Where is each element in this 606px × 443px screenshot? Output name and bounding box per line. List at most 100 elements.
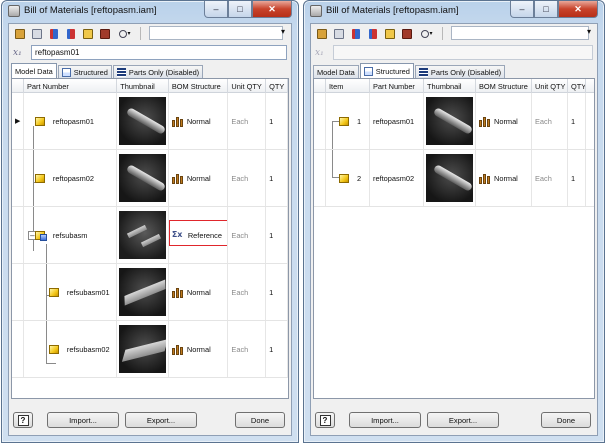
help-button[interactable]: ? bbox=[13, 412, 33, 428]
done-button[interactable]: Done bbox=[235, 412, 285, 428]
unit-qty-cell[interactable]: Each bbox=[228, 93, 267, 149]
column-header-item[interactable]: Item bbox=[326, 79, 370, 93]
item-cell[interactable]: 1 bbox=[326, 93, 370, 149]
qty-cell[interactable]: 1 bbox=[266, 93, 288, 149]
sort-ascending-icon[interactable] bbox=[349, 27, 363, 41]
tab-label: Model Data bbox=[15, 66, 53, 76]
sort-descending-icon[interactable] bbox=[366, 27, 380, 41]
maximize-button[interactable]: □ bbox=[228, 1, 252, 18]
toolbar-dropdown[interactable] bbox=[451, 26, 589, 40]
toolbar-dropdown[interactable] bbox=[149, 26, 283, 40]
tab-parts-only[interactable]: Parts Only (Disabled) bbox=[414, 65, 506, 78]
column-header-qty[interactable]: QTY bbox=[266, 79, 288, 93]
unit-qty-cell[interactable]: Each bbox=[532, 93, 568, 149]
export-button[interactable]: Export... bbox=[125, 412, 197, 428]
part-number-cell[interactable]: reftopasm01 bbox=[24, 93, 118, 149]
import-button[interactable]: Import... bbox=[47, 412, 119, 428]
bom-structure-cell[interactable]: Normal bbox=[169, 321, 229, 377]
table-row[interactable]: – refsubasm Σx Reference Each 1 bbox=[12, 207, 288, 264]
bom-structure-text: Normal bbox=[494, 173, 518, 183]
dropdown-arrow-icon[interactable]: ▾ bbox=[281, 27, 285, 36]
unit-qty-cell[interactable]: Each bbox=[228, 150, 267, 206]
help-button[interactable]: ? bbox=[315, 412, 335, 428]
tab-model-data[interactable]: Model Data bbox=[313, 65, 359, 78]
unit-qty-cell[interactable]: Each bbox=[532, 150, 568, 206]
table-row[interactable]: refsubasm02 Normal Each 1 bbox=[12, 321, 288, 378]
sort-ascending-icon[interactable] bbox=[47, 27, 61, 41]
minimize-button[interactable]: – bbox=[204, 1, 228, 18]
table-row[interactable]: reftopasm02 Normal Each 1 bbox=[12, 150, 288, 207]
bom-structure-cell[interactable]: Σx Reference bbox=[168, 207, 229, 263]
part-number-cell[interactable]: reftopasm02 bbox=[24, 150, 118, 206]
table-row[interactable]: refsubasm01 Normal Each 1 bbox=[12, 264, 288, 321]
export-button[interactable]: Export... bbox=[427, 412, 499, 428]
row-selector[interactable] bbox=[12, 321, 24, 377]
qty-cell[interactable]: 1 bbox=[568, 150, 586, 206]
row-selector[interactable]: ▶ bbox=[12, 93, 24, 149]
row-selector[interactable] bbox=[314, 150, 326, 206]
find-icon[interactable]: ▾ bbox=[417, 27, 437, 41]
column-header-part-number[interactable]: Part Number bbox=[370, 79, 424, 93]
part-number-cell[interactable]: reftopasm01 bbox=[370, 93, 424, 149]
close-button[interactable]: ✕ bbox=[252, 1, 292, 18]
dropdown-arrow-icon[interactable]: ▾ bbox=[587, 27, 591, 36]
bom-window-model-data: Bill of Materials [reftopasm.iam] – □ ✕ … bbox=[1, 0, 299, 443]
find-icon[interactable]: ▾ bbox=[115, 27, 135, 41]
tab-model-data[interactable]: Model Data bbox=[11, 63, 57, 78]
item-cell[interactable]: 2 bbox=[326, 150, 370, 206]
part-number-field[interactable] bbox=[333, 45, 593, 60]
column-header-unit-qty[interactable]: Unit QTY bbox=[228, 79, 267, 93]
tab-parts-only[interactable]: Parts Only (Disabled) bbox=[112, 65, 204, 78]
table-row[interactable]: 1 reftopasm01 Normal Each 1 bbox=[314, 93, 594, 150]
column-header-bom-structure[interactable]: BOM Structure bbox=[476, 79, 532, 93]
title-bar[interactable]: Bill of Materials [reftopasm.iam] – □ ✕ bbox=[2, 1, 298, 23]
unit-qty-cell[interactable]: Each bbox=[228, 207, 267, 263]
minimize-button[interactable]: – bbox=[510, 1, 534, 18]
import-button[interactable]: Import... bbox=[349, 412, 421, 428]
column-header-qty[interactable]: QTY bbox=[568, 79, 586, 93]
renumber-icon[interactable] bbox=[81, 27, 95, 41]
qty-cell[interactable]: 1 bbox=[266, 321, 288, 377]
qty-cell[interactable]: 1 bbox=[568, 93, 586, 149]
tab-structured[interactable]: Structured bbox=[57, 65, 112, 78]
report-icon[interactable] bbox=[98, 27, 112, 41]
view-options-icon[interactable] bbox=[13, 27, 27, 41]
title-bar[interactable]: Bill of Materials [reftopasm.iam] – □ ✕ bbox=[304, 1, 604, 23]
row-selector[interactable] bbox=[314, 93, 326, 149]
column-header-thumbnail[interactable]: Thumbnail bbox=[117, 79, 169, 93]
qty-cell[interactable]: 1 bbox=[266, 207, 288, 263]
part-number-cell[interactable]: – refsubasm bbox=[24, 207, 118, 263]
bom-structure-cell[interactable]: Normal bbox=[169, 93, 229, 149]
part-number-cell[interactable]: refsubasm02 bbox=[24, 321, 118, 377]
done-button[interactable]: Done bbox=[541, 412, 591, 428]
table-row[interactable]: 2 reftopasm02 Normal Each 1 bbox=[314, 150, 594, 207]
unit-qty-cell[interactable]: Each bbox=[228, 264, 267, 320]
column-header-part-number[interactable]: Part Number bbox=[24, 79, 118, 93]
column-header-thumbnail[interactable]: Thumbnail bbox=[424, 79, 476, 93]
maximize-button[interactable]: □ bbox=[534, 1, 558, 18]
row-selector[interactable] bbox=[12, 207, 24, 263]
view-options-icon[interactable] bbox=[315, 27, 329, 41]
bom-structure-cell[interactable]: Normal bbox=[476, 93, 532, 149]
bom-structure-cell[interactable]: Normal bbox=[169, 264, 229, 320]
row-selector[interactable] bbox=[12, 150, 24, 206]
close-button[interactable]: ✕ bbox=[558, 1, 598, 18]
table-row[interactable]: ▶ reftopasm01 Normal Each 1 bbox=[12, 93, 288, 150]
column-header-unit-qty[interactable]: Unit QTY bbox=[532, 79, 568, 93]
edit-icon[interactable] bbox=[332, 27, 346, 41]
row-selector[interactable] bbox=[12, 264, 24, 320]
qty-cell[interactable]: 1 bbox=[266, 264, 288, 320]
bom-structure-cell[interactable]: Normal bbox=[169, 150, 229, 206]
report-icon[interactable] bbox=[400, 27, 414, 41]
column-header-bom-structure[interactable]: BOM Structure bbox=[169, 79, 229, 93]
sort-descending-icon[interactable] bbox=[64, 27, 78, 41]
unit-qty-cell[interactable]: Each bbox=[228, 321, 267, 377]
qty-cell[interactable]: 1 bbox=[266, 150, 288, 206]
part-number-cell[interactable]: refsubasm01 bbox=[24, 264, 118, 320]
edit-icon[interactable] bbox=[30, 27, 44, 41]
bom-structure-cell[interactable]: Normal bbox=[476, 150, 532, 206]
part-number-cell[interactable]: reftopasm02 bbox=[370, 150, 424, 206]
part-number-field[interactable]: reftopasm01 bbox=[31, 45, 287, 60]
renumber-icon[interactable] bbox=[383, 27, 397, 41]
tab-structured[interactable]: Structured bbox=[359, 63, 414, 78]
